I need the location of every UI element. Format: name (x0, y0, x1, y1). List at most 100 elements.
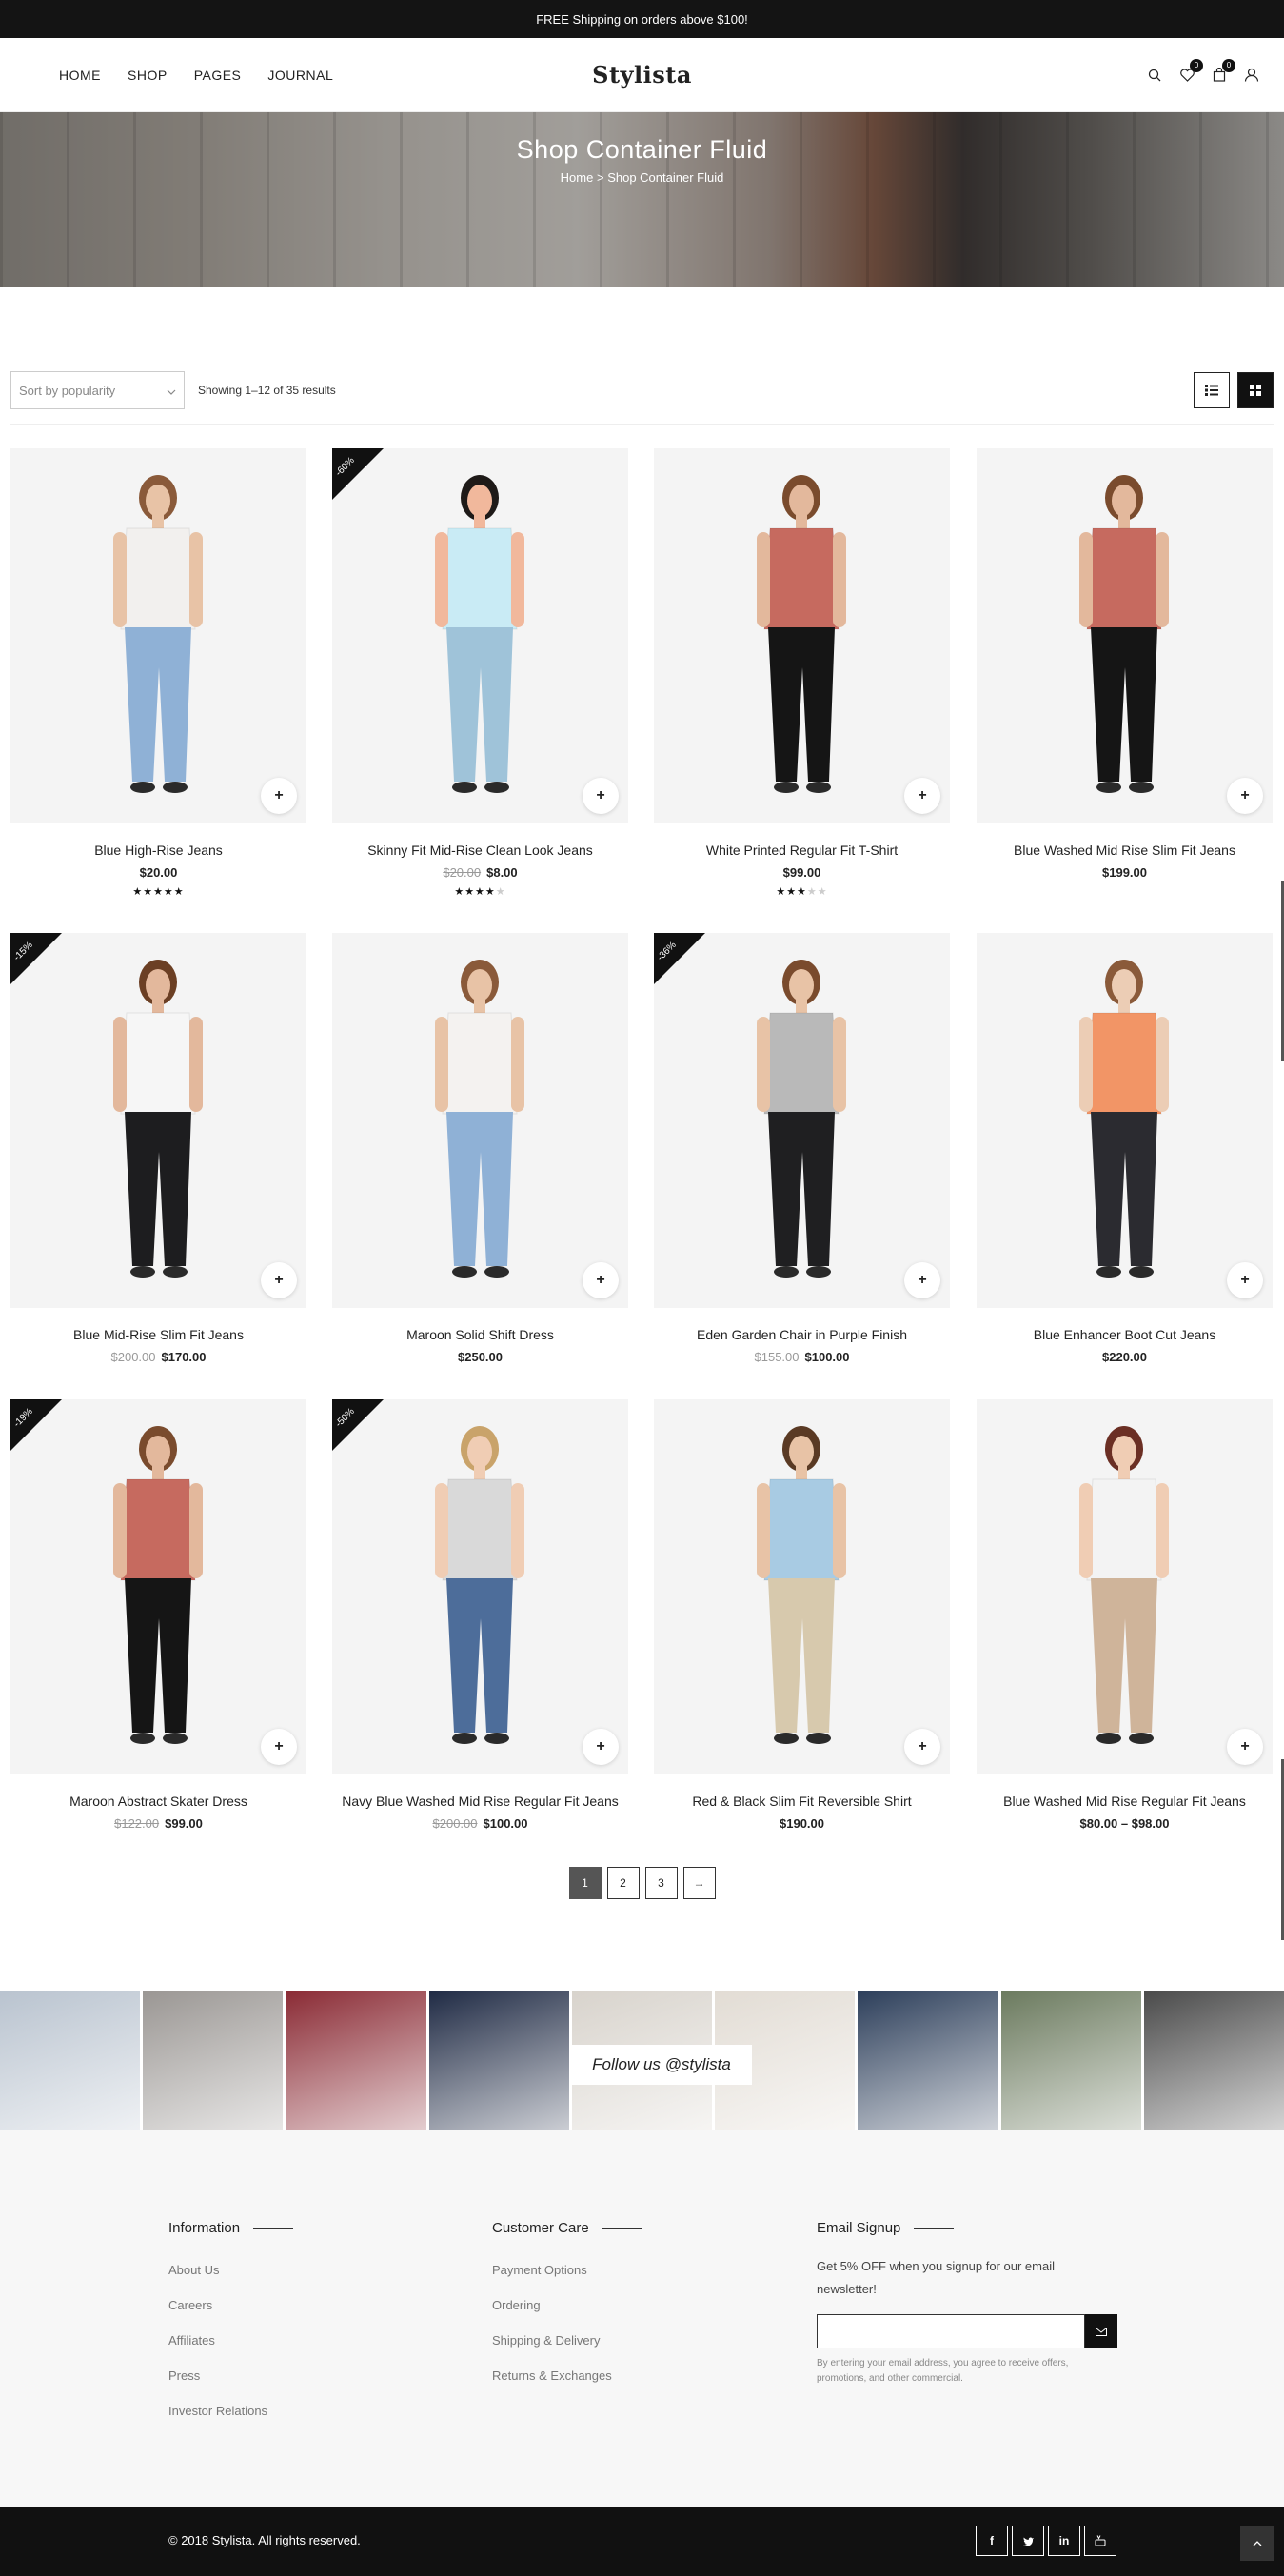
product-image[interactable] (977, 933, 1273, 1308)
product-card[interactable]: + Blue Washed Mid Rise Slim Fit Jeans $1… (977, 448, 1273, 880)
instagram-tile[interactable] (0, 1991, 141, 2130)
footer-link-investor[interactable]: Investor Relations (168, 2404, 293, 2418)
account-user-icon[interactable] (1242, 66, 1261, 85)
footer-link-about[interactable]: About Us (168, 2263, 293, 2277)
product-name[interactable]: Navy Blue Washed Mid Rise Regular Fit Je… (332, 1793, 628, 1809)
product-thumb[interactable]: + (977, 933, 1273, 1308)
product-image[interactable] (977, 1399, 1273, 1774)
product-name[interactable]: Blue Washed Mid Rise Slim Fit Jeans (977, 842, 1273, 858)
product-image[interactable] (332, 933, 628, 1308)
product-name[interactable]: Blue Mid-Rise Slim Fit Jeans (10, 1327, 306, 1342)
nav-shop[interactable]: SHOP (128, 68, 168, 83)
product-thumb[interactable]: -50% + (332, 1399, 628, 1774)
add-to-cart-button[interactable]: + (1227, 1729, 1263, 1765)
product-name[interactable]: Blue Washed Mid Rise Regular Fit Jeans (977, 1793, 1273, 1809)
site-logo[interactable]: Stylista (592, 61, 692, 89)
nav-journal[interactable]: JOURNAL (267, 68, 333, 83)
product-image[interactable] (10, 933, 306, 1308)
product-thumb[interactable]: -15% + (10, 933, 306, 1308)
instagram-tile[interactable] (858, 1991, 998, 2130)
footer-link-careers[interactable]: Careers (168, 2298, 293, 2312)
instagram-tile[interactable] (1000, 1991, 1141, 2130)
product-card[interactable]: + Blue High-Rise Jeans $20.00 ★★★★★ (10, 448, 306, 898)
product-thumb[interactable]: -60% + (332, 448, 628, 823)
product-thumb[interactable]: + (654, 448, 950, 823)
page-3-button[interactable]: 3 (644, 1867, 678, 1899)
breadcrumb-home[interactable]: Home (561, 170, 594, 185)
product-card[interactable]: -60% + Skinny Fit Mid-Rise Clean Look Je… (332, 448, 628, 898)
product-card[interactable]: + White Printed Regular Fit T-Shirt $99.… (654, 448, 950, 898)
product-image[interactable] (10, 448, 306, 823)
product-image[interactable] (332, 1399, 628, 1774)
product-name[interactable]: Maroon Abstract Skater Dress (10, 1793, 306, 1809)
add-to-cart-button[interactable]: + (904, 1262, 940, 1298)
nav-home[interactable]: HOME (59, 68, 101, 83)
instagram-tile[interactable] (286, 1991, 426, 2130)
product-image[interactable] (10, 1399, 306, 1774)
product-name[interactable]: Blue Enhancer Boot Cut Jeans (977, 1327, 1273, 1342)
product-name[interactable]: Red & Black Slim Fit Reversible Shirt (654, 1793, 950, 1809)
cart-icon[interactable]: 0 (1210, 58, 1235, 85)
product-image[interactable] (654, 448, 950, 823)
product-thumb[interactable]: -19% + (10, 1399, 306, 1774)
product-card[interactable]: + Blue Enhancer Boot Cut Jeans $220.00 (977, 933, 1273, 1364)
youtube-icon[interactable] (1084, 2526, 1116, 2556)
product-image[interactable] (977, 448, 1273, 823)
product-name[interactable]: White Printed Regular Fit T-Shirt (654, 842, 950, 858)
footer-link-press[interactable]: Press (168, 2368, 293, 2383)
next-page-button[interactable]: → (682, 1867, 716, 1899)
footer-link-ordering[interactable]: Ordering (492, 2298, 642, 2312)
grid-view-button[interactable] (1237, 372, 1274, 408)
linkedin-icon[interactable]: in (1048, 2526, 1080, 2556)
email-submit-button[interactable] (1085, 2314, 1117, 2348)
product-name[interactable]: Blue High-Rise Jeans (10, 842, 306, 858)
product-card[interactable]: -36% + Eden Garden Chair in Purple Finis… (654, 933, 950, 1364)
add-to-cart-button[interactable]: + (1227, 778, 1263, 814)
product-name[interactable]: Skinny Fit Mid-Rise Clean Look Jeans (332, 842, 628, 858)
product-card[interactable]: + Maroon Solid Shift Dress $250.00 (332, 933, 628, 1364)
wishlist-heart-icon[interactable]: 0 (1177, 58, 1203, 85)
product-card[interactable]: -15% + Blue Mid-Rise Slim Fit Jeans $200… (10, 933, 306, 1364)
product-image[interactable] (654, 1399, 950, 1774)
product-name[interactable]: Maroon Solid Shift Dress (332, 1327, 628, 1342)
product-card[interactable]: + Blue Washed Mid Rise Regular Fit Jeans… (977, 1399, 1273, 1831)
product-image[interactable] (332, 448, 628, 823)
sort-select[interactable]: Sort by popularity (10, 371, 185, 409)
add-to-cart-button[interactable]: + (261, 1729, 297, 1765)
add-to-cart-button[interactable]: + (904, 1729, 940, 1765)
footer-link-affiliates[interactable]: Affiliates (168, 2333, 293, 2348)
footer-link-payment[interactable]: Payment Options (492, 2263, 642, 2277)
back-to-top-button[interactable] (1240, 2526, 1274, 2561)
instagram-follow-link[interactable]: Follow us @stylista (571, 2045, 752, 2085)
product-card[interactable]: -19% + Maroon Abstract Skater Dress $122… (10, 1399, 306, 1831)
add-to-cart-button[interactable]: + (261, 778, 297, 814)
facebook-icon[interactable]: f (976, 2526, 1008, 2556)
instagram-tile[interactable] (428, 1991, 569, 2130)
product-image[interactable] (654, 933, 950, 1308)
list-view-button[interactable] (1194, 372, 1230, 408)
product-name[interactable]: Eden Garden Chair in Purple Finish (654, 1327, 950, 1342)
page-1-button[interactable]: 1 (568, 1867, 602, 1899)
product-thumb[interactable]: + (977, 448, 1273, 823)
product-card[interactable]: + Red & Black Slim Fit Reversible Shirt … (654, 1399, 950, 1831)
page-2-button[interactable]: 2 (606, 1867, 640, 1899)
footer-link-shipping[interactable]: Shipping & Delivery (492, 2333, 642, 2348)
add-to-cart-button[interactable]: + (1227, 1262, 1263, 1298)
product-thumb[interactable]: + (977, 1399, 1273, 1774)
add-to-cart-button[interactable]: + (904, 778, 940, 814)
product-thumb[interactable]: -36% + (654, 933, 950, 1308)
product-thumb[interactable]: + (654, 1399, 950, 1774)
product-thumb[interactable]: + (332, 933, 628, 1308)
add-to-cart-button[interactable]: + (261, 1262, 297, 1298)
search-icon[interactable] (1145, 66, 1164, 85)
add-to-cart-button[interactable]: + (583, 778, 619, 814)
add-to-cart-button[interactable]: + (583, 1262, 619, 1298)
footer-link-returns[interactable]: Returns & Exchanges (492, 2368, 642, 2383)
twitter-icon[interactable] (1012, 2526, 1044, 2556)
instagram-tile[interactable] (143, 1991, 284, 2130)
instagram-tile[interactable] (1143, 1991, 1284, 2130)
product-thumb[interactable]: + (10, 448, 306, 823)
product-card[interactable]: -50% + Navy Blue Washed Mid Rise Regular… (332, 1399, 628, 1831)
add-to-cart-button[interactable]: + (583, 1729, 619, 1765)
nav-pages[interactable]: PAGES (194, 68, 242, 83)
